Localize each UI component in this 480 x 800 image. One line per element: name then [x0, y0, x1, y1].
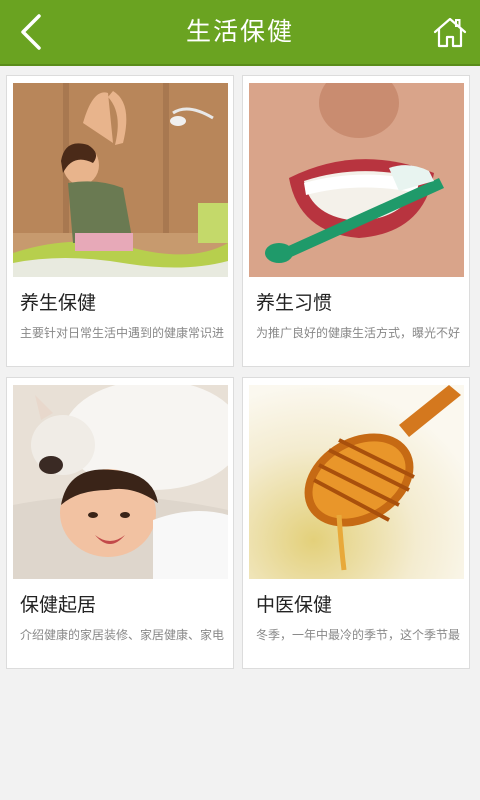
card-title: 中医保健 [256, 594, 333, 616]
card-image-teeth-brushing [249, 83, 464, 277]
top-bar: 生活保健 [0, 0, 480, 66]
page-title: 生活保健 [185, 17, 294, 46]
card-description: 主要针对日常生活中遇到的健康常识进 [20, 326, 225, 340]
card-yangsheng-baojian[interactable]: 养生保健 主要针对日常生活中遇到的健康常识进 [6, 75, 234, 367]
card-baojian-qiju[interactable]: 保健起居 介绍健康的家居装修、家居健康、家电 [6, 377, 234, 669]
card-zhongyi-baojian[interactable]: 中医保健 冬季，一年中最冷的季节，这个季节最 [242, 377, 470, 669]
home-icon [433, 17, 467, 48]
card-image-woman-stretching [13, 83, 228, 277]
card-image-honey-dipper [249, 385, 464, 579]
card-yangsheng-xiguan[interactable]: 养生习惯 为推广良好的健康生活方式，曝光不好 [242, 75, 470, 367]
card-title: 养生保健 [20, 292, 97, 314]
card-title: 养生习惯 [256, 292, 333, 314]
card-title: 保健起居 [20, 594, 97, 616]
card-description: 为推广良好的健康生活方式，曝光不好 [256, 326, 461, 340]
card-image-child-with-dog [13, 385, 228, 579]
card-description: 介绍健康的家居装修、家居健康、家电 [20, 628, 225, 642]
card-description: 冬季，一年中最冷的季节，这个季节最 [256, 628, 461, 642]
home-button[interactable] [430, 12, 470, 52]
